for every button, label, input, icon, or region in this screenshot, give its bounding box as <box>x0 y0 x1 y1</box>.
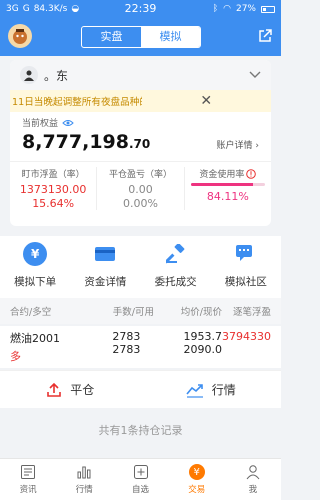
metric-rate: 15.64% <box>32 197 75 210</box>
notice-banner[interactable]: 11日当晚起调整所有夜盘品种的夜盘交易时间为21:0 ✕ <box>10 90 271 112</box>
usage-gauge <box>190 183 265 186</box>
metric-label: 资金使用率 <box>199 170 245 180</box>
status-bar: 3G G 84.3K/s ◒ 22:39 ᛒ ◠ 27% <box>0 0 281 18</box>
bottom-tab-bar: 资讯 行情 自选 ¥ 交易 我 <box>0 458 281 500</box>
chat-icon <box>234 242 258 266</box>
quick-action-label: 模拟下单 <box>14 276 57 288</box>
mode-switch: 实盘 模拟 <box>81 26 201 48</box>
news-icon <box>21 465 36 479</box>
battery-icon <box>261 5 275 13</box>
trend-icon <box>186 383 203 398</box>
metric-value: 1373130.00 <box>19 183 87 196</box>
chevron-right-icon: › <box>255 141 259 151</box>
metric-rate: 0.00% <box>123 197 158 210</box>
signal-icon: ◠ <box>223 4 231 14</box>
metric-rate: 84.11% <box>206 190 249 203</box>
notice-text: 11日当晚起调整所有夜盘品种的夜盘交易时间为21:0 <box>12 97 142 108</box>
col-contract: 合约/多空 <box>10 307 52 318</box>
gavel-icon <box>164 242 188 266</box>
equity-label: 当前权益 <box>22 119 59 129</box>
tab-news[interactable]: 资讯 <box>0 459 56 500</box>
metric-fund-usage: 资金使用率 84.11% <box>183 167 271 210</box>
tab-label: 交易 <box>188 485 206 495</box>
market-button[interactable]: 行情 <box>141 371 282 408</box>
app-header: 实盘 模拟 <box>0 18 281 56</box>
bluetooth-icon: ᛒ <box>212 4 219 14</box>
metric-floating-pnl: 盯市浮盈（率） 1373130.00 15.64% <box>10 167 96 210</box>
tab-market[interactable]: 行情 <box>56 459 112 500</box>
available-value: 2783 <box>112 343 141 356</box>
bar-chart-icon <box>77 466 91 479</box>
metric-label: 平仓盈亏（率） <box>108 170 172 180</box>
quick-action-label: 资金详情 <box>84 276 127 288</box>
close-position-button[interactable]: 平仓 <box>0 371 141 408</box>
tab-label: 我 <box>248 485 258 495</box>
equity-decimal: .70 <box>128 137 151 151</box>
quick-action-label: 模拟社区 <box>224 276 267 288</box>
upload-icon <box>47 382 62 397</box>
avatar-icon <box>13 29 27 44</box>
battery-percent: 27% <box>235 4 256 14</box>
tab-label: 自选 <box>132 485 150 495</box>
usage-gauge-fill <box>190 183 254 186</box>
equity-integer: 8,777,198 <box>22 131 129 153</box>
share-icon[interactable] <box>257 28 273 44</box>
quick-actions: ¥ 模拟下单 资金详情 委托成交 模拟社区 <box>0 236 281 298</box>
lots-value: 2783 <box>112 330 141 343</box>
avg-price: 1953.7 <box>183 330 222 343</box>
tab-label: 行情 <box>75 485 93 495</box>
quick-fund-detail[interactable]: 资金详情 <box>70 236 140 298</box>
avatar[interactable] <box>8 24 32 48</box>
tab-real[interactable]: 实盘 <box>82 27 141 47</box>
contract-name: 燃油2001 <box>10 332 60 345</box>
col-float-pnl: 逐笔浮盈 <box>232 307 271 318</box>
account-selector[interactable]: 。东 <box>10 60 271 90</box>
metric-label: 盯市浮盈（率） <box>21 170 85 180</box>
quick-community[interactable]: 模拟社区 <box>211 236 281 298</box>
close-icon[interactable]: ✕ <box>142 93 272 109</box>
account-card: 。东 11日当晚起调整所有夜盘品种的夜盘交易时间为21:0 ✕ 当前权益 8,7… <box>10 60 271 226</box>
positions-summary: 共有1条持仓记录 <box>98 424 183 437</box>
direction-label: 多 <box>10 350 21 363</box>
quick-orders-fills[interactable]: 委托成交 <box>141 236 211 298</box>
table-row[interactable]: 燃油2001 多 2783 2783 1953.7 2090.0 3794330 <box>0 326 281 368</box>
position-actions: 平仓 行情 <box>0 370 281 408</box>
float-pnl-value: 3794330 <box>221 330 271 343</box>
wifi-icon: ◒ <box>71 4 80 14</box>
tab-watchlist[interactable]: 自选 <box>112 459 168 500</box>
plus-square-icon <box>133 465 148 479</box>
account-name: 。东 <box>44 68 69 83</box>
card-icon <box>93 242 117 266</box>
metric-value: 0.00 <box>128 183 153 196</box>
tab-label: 资讯 <box>19 485 37 495</box>
carrier-label: G <box>22 4 30 14</box>
network-label: 3G <box>6 4 19 14</box>
equity-section: 当前权益 8,777,198.70 账户详情 › <box>10 112 271 153</box>
account-avatar-icon <box>20 66 38 84</box>
equity-value: 8,777,198.70 <box>22 131 150 153</box>
metrics-row: 盯市浮盈（率） 1373130.00 15.64% 平仓盈亏（率） 0.00 0… <box>10 161 271 210</box>
current-price: 2090.0 <box>183 343 222 356</box>
close-position-label: 平仓 <box>70 383 95 397</box>
network-speed: 84.3K/s <box>33 4 68 14</box>
account-detail-link[interactable]: 账户详情 › <box>217 138 260 151</box>
tab-simulated[interactable]: 模拟 <box>141 27 200 47</box>
account-detail-label: 账户详情 <box>216 141 253 151</box>
eye-icon[interactable] <box>62 119 74 127</box>
warning-icon[interactable] <box>246 168 257 179</box>
col-lots: 手数/可用 <box>112 307 154 318</box>
yen-icon: ¥ <box>23 242 48 266</box>
trade-yen-icon: ¥ <box>188 464 205 480</box>
col-price: 均价/现价 <box>180 307 222 318</box>
quick-sim-order[interactable]: ¥ 模拟下单 <box>0 236 70 298</box>
metric-closed-pnl: 平仓盈亏（率） 0.00 0.00% <box>96 167 183 210</box>
user-icon <box>246 465 260 480</box>
positions-header: 合约/多空 手数/可用 均价/现价 逐笔浮盈 <box>0 298 281 324</box>
tab-me[interactable]: 我 <box>225 459 281 500</box>
tab-trade[interactable]: ¥ 交易 <box>169 459 225 500</box>
chevron-down-icon <box>249 71 261 78</box>
market-label: 行情 <box>211 383 236 397</box>
quick-action-label: 委托成交 <box>154 276 197 288</box>
